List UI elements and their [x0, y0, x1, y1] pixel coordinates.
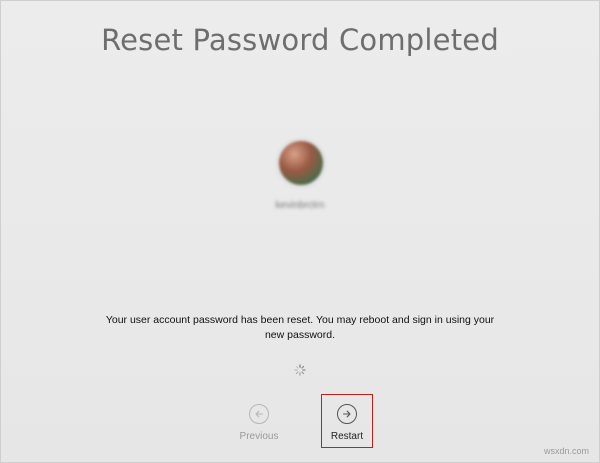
arrow-left-circle-icon	[249, 404, 269, 424]
reset-password-window: Reset Password Completed kevinbrctrn You…	[0, 0, 600, 463]
arrow-right-circle-icon	[337, 404, 357, 424]
reset-message-line1: Your user account password has been rese…	[105, 314, 495, 326]
user-avatar	[279, 141, 323, 185]
previous-label: Previous	[239, 431, 279, 442]
reset-message-line2: new password.	[264, 329, 336, 341]
user-name: kevinbrctrn	[275, 200, 325, 211]
reset-message: Your user account password has been rese…	[101, 313, 499, 343]
watermark: wsxdn.com	[543, 446, 589, 456]
page-title: Reset Password Completed	[101, 23, 499, 57]
previous-button[interactable]: Previous	[229, 404, 289, 442]
restart-label: Restart	[330, 431, 364, 442]
loading-spinner-icon	[294, 364, 306, 376]
restart-button[interactable]: Restart	[321, 394, 373, 448]
